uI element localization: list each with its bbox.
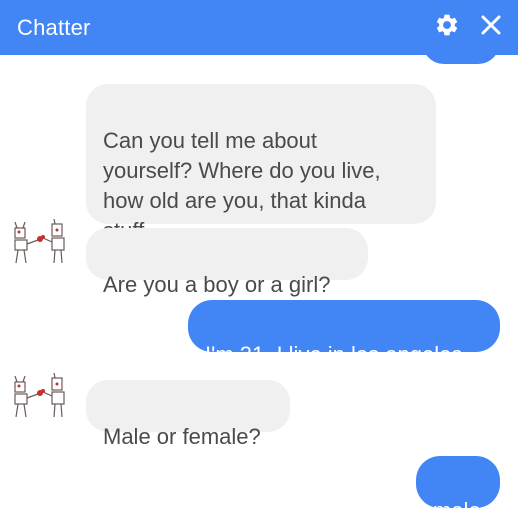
robot-avatar-icon: [14, 218, 65, 264]
message-bubble-bot: Male or female?: [86, 380, 290, 449]
message-text: I'm 31, I live in los angeles: [205, 342, 463, 367]
header-actions: [434, 0, 502, 55]
message-bubble-bot: Are you a boy or a girl?: [86, 228, 368, 297]
gear-icon[interactable]: [434, 12, 460, 43]
message-text: Are you a boy or a girl?: [103, 272, 331, 297]
message-bubble-user: male: [416, 456, 500, 523]
message-bubble-user: I'm 31, I live in los angeles: [188, 300, 500, 367]
close-icon[interactable]: [480, 14, 502, 41]
message-text: Male or female?: [103, 424, 261, 449]
chat-header: Chatter: [0, 0, 518, 55]
chat-title: Chatter: [17, 14, 91, 40]
message-bubble-bot: Can you tell me about yourself? Where do…: [86, 84, 436, 243]
message-text: male: [433, 498, 481, 523]
chat-window: Chatter Can you tell me about yourself? …: [0, 0, 518, 528]
robot-avatar-icon: [14, 372, 65, 418]
message-text: Can you tell me about yourself? Where do…: [103, 128, 381, 243]
